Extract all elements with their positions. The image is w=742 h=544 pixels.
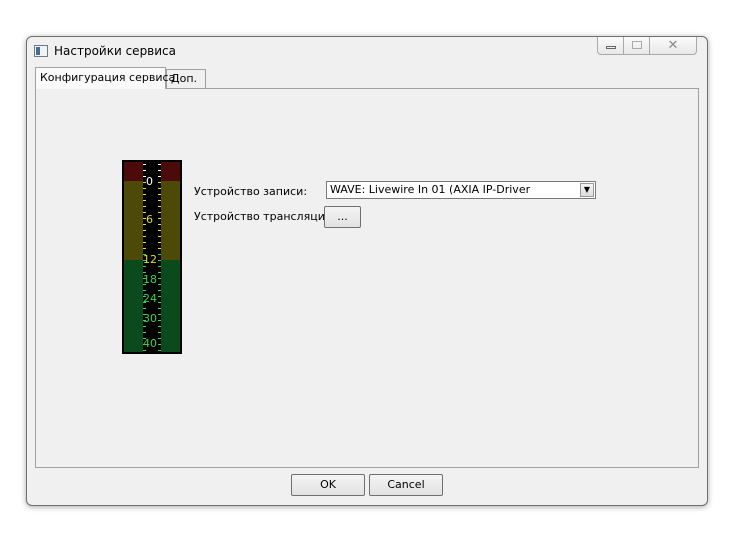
meter-tick: 24 <box>143 292 157 305</box>
maximize-button[interactable] <box>624 37 650 55</box>
title-bar[interactable]: Настройки сервиса ✕ <box>27 37 707 65</box>
maximize-icon <box>632 41 642 49</box>
meter-green-zone <box>124 260 143 352</box>
meter-scale-mark <box>143 176 146 177</box>
meter-red-zone <box>161 162 180 181</box>
meter-scale-mark <box>143 254 146 255</box>
meter-scale-mark <box>143 200 146 201</box>
meter-scale-mark <box>143 164 146 165</box>
meter-scale: 0 6 12 18 24 30 40 <box>143 160 161 354</box>
minimize-button[interactable] <box>597 37 624 55</box>
level-meter: 0 6 12 18 24 30 40 <box>122 160 182 354</box>
meter-scale-mark <box>143 236 146 237</box>
window-title: Настройки сервиса <box>54 44 177 58</box>
meter-tick: 6 <box>146 213 153 226</box>
meter-scale-mark <box>143 182 146 183</box>
record-device-select[interactable]: WAVE: Livewire In 01 (AXIA IP-Driver ▼ <box>326 181 596 199</box>
meter-scale-mark <box>143 230 146 231</box>
meter-scale-mark <box>143 278 146 279</box>
meter-scale-mark <box>143 188 146 189</box>
meter-scale-mark <box>143 206 146 207</box>
meter-bar-right <box>161 162 180 352</box>
ok-button[interactable]: OK <box>291 474 365 496</box>
tab-strip: Конфигурация сервиса Доп. <box>35 67 699 89</box>
meter-scale-mark <box>143 194 146 195</box>
meter-green-zone <box>161 260 180 352</box>
meter-scale-mark <box>143 350 146 351</box>
cancel-button[interactable]: Cancel <box>369 474 443 496</box>
meter-tick: 0 <box>146 175 153 188</box>
meter-scale-mark <box>143 338 146 339</box>
meter-scale-mark <box>143 332 146 333</box>
meter-scale-mark <box>143 266 146 267</box>
meter-scale-mark <box>143 296 146 297</box>
meter-amber-zone <box>161 181 180 260</box>
meter-bar-left <box>124 162 143 352</box>
app-icon <box>34 45 48 57</box>
meter-scale-mark <box>143 242 146 243</box>
broadcast-device-label: Устройство трансляции: <box>194 210 336 223</box>
tab-service-config[interactable]: Конфигурация сервиса <box>35 67 175 89</box>
meter-scale-mark <box>143 248 146 249</box>
meter-scale-mark <box>143 308 146 309</box>
chevron-down-icon[interactable]: ▼ <box>580 183 594 197</box>
meter-red-zone <box>124 162 143 181</box>
close-button[interactable]: ✕ <box>650 37 697 55</box>
meter-scale-mark <box>143 212 146 213</box>
meter-scale-mark <box>143 224 146 225</box>
meter-amber-zone <box>124 181 143 260</box>
meter-scale-mark <box>143 290 146 291</box>
broadcast-device-browse-button[interactable]: ... <box>324 206 361 228</box>
meter-scale-mark <box>143 344 146 345</box>
meter-scale-mark <box>143 320 146 321</box>
meter-scale-mark <box>143 326 146 327</box>
button-bar: OK Cancel <box>35 469 699 497</box>
record-device-value: WAVE: Livewire In 01 (AXIA IP-Driver <box>330 183 531 196</box>
close-icon: ✕ <box>667 38 679 53</box>
minimize-icon <box>606 46 616 49</box>
meter-scale-mark <box>143 314 146 315</box>
meter-scale-mark <box>143 260 146 261</box>
settings-dialog: Настройки сервиса ✕ Конфигурация сервиса… <box>26 36 708 506</box>
meter-scale-mark <box>143 218 146 219</box>
meter-scale-mark <box>143 284 146 285</box>
meter-scale-mark <box>143 170 146 171</box>
tab-panel: 0 6 12 18 24 30 40 Устройство записи: WA… <box>35 88 699 468</box>
meter-scale-mark <box>143 272 146 273</box>
record-device-label: Устройство записи: <box>194 185 308 198</box>
meter-scale-mark <box>143 302 146 303</box>
